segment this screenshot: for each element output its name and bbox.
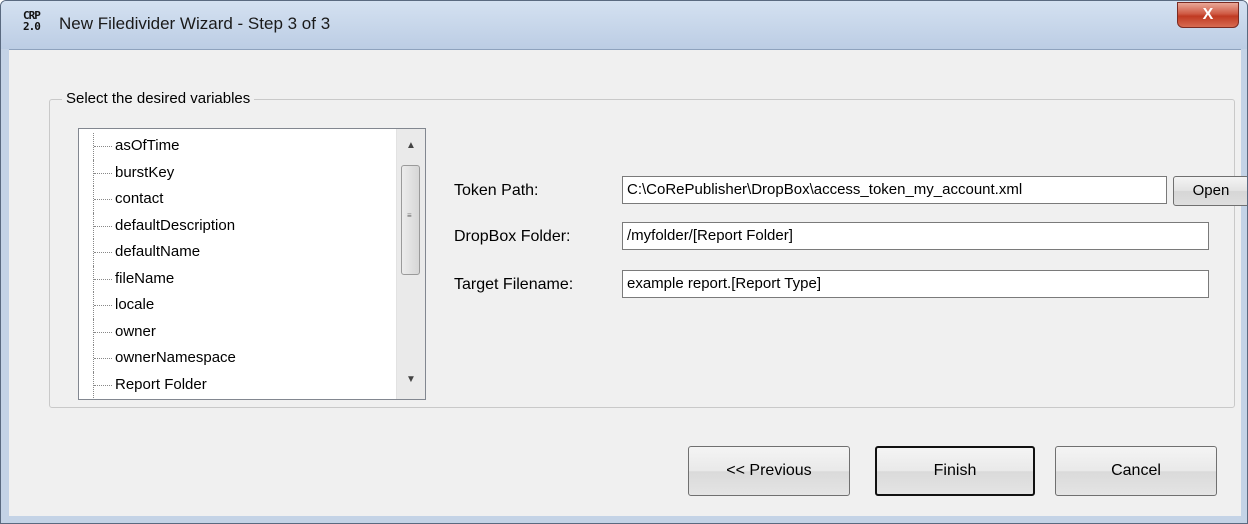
window-title: New Filedivider Wizard - Step 3 of 3 (59, 14, 331, 33)
tree-item-contact[interactable]: contact (79, 186, 395, 213)
tree-item-ownernamespace[interactable]: ownerNamespace (79, 345, 395, 372)
tree-scrollbar[interactable]: ▲ ≡ ▼ (396, 129, 425, 399)
target-filename-label: Target Filename: (454, 276, 574, 293)
open-button[interactable]: Open (1173, 176, 1247, 206)
previous-button[interactable]: << Previous (688, 446, 850, 496)
finish-button[interactable]: Finish (875, 446, 1035, 496)
tree-item-filename[interactable]: fileName (79, 265, 395, 293)
token-path-label: Token Path: (454, 182, 539, 199)
dropbox-folder-input[interactable]: /myfolder/[Report Folder] (622, 222, 1209, 250)
groupbox-legend: Select the desired variables (62, 90, 255, 107)
variables-groupbox: Select the desired variables asOfTime bu… (49, 90, 1247, 408)
tree-item-locale[interactable]: locale (79, 292, 395, 319)
wizard-window: CRP 2.0 New Filedivider Wizard - Step 3 … (0, 0, 1248, 524)
tree-item-report-folder[interactable]: Report Folder (79, 371, 395, 399)
title-bar[interactable]: CRP 2.0 New Filedivider Wizard - Step 3 … (1, 1, 1247, 49)
cancel-button[interactable]: Cancel (1055, 446, 1217, 496)
scroll-grip-icon: ≡ (407, 211, 412, 220)
target-filename-input[interactable]: example report.[Report Type] (622, 270, 1209, 298)
dropbox-folder-label: DropBox Folder: (454, 228, 571, 245)
token-path-input[interactable]: C:\CoRePublisher\DropBox\access_token_my… (622, 176, 1167, 204)
scroll-up-arrow-icon[interactable]: ▲ (397, 135, 425, 157)
tree-items: asOfTime burstKey contact defaultDescrip… (79, 133, 395, 398)
tree-item-asoftime[interactable]: asOfTime (79, 133, 395, 160)
close-icon: X (1202, 6, 1214, 23)
dialog-body: Select the desired variables asOfTime bu… (9, 49, 1247, 516)
tree-item-defaultname[interactable]: defaultName (79, 239, 395, 266)
tree-item-defaultdescription[interactable]: defaultDescription (79, 212, 395, 240)
scroll-down-arrow-icon[interactable]: ▼ (397, 369, 425, 391)
scroll-thumb[interactable]: ≡ (401, 165, 420, 275)
tree-item-owner[interactable]: owner (79, 318, 395, 346)
app-icon-line2: 2.0 (23, 20, 41, 33)
app-logo-icon: CRP 2.0 (23, 10, 53, 40)
close-button[interactable]: X (1177, 2, 1239, 28)
variables-tree[interactable]: asOfTime burstKey contact defaultDescrip… (78, 128, 426, 400)
tree-item-burstkey[interactable]: burstKey (79, 159, 395, 187)
